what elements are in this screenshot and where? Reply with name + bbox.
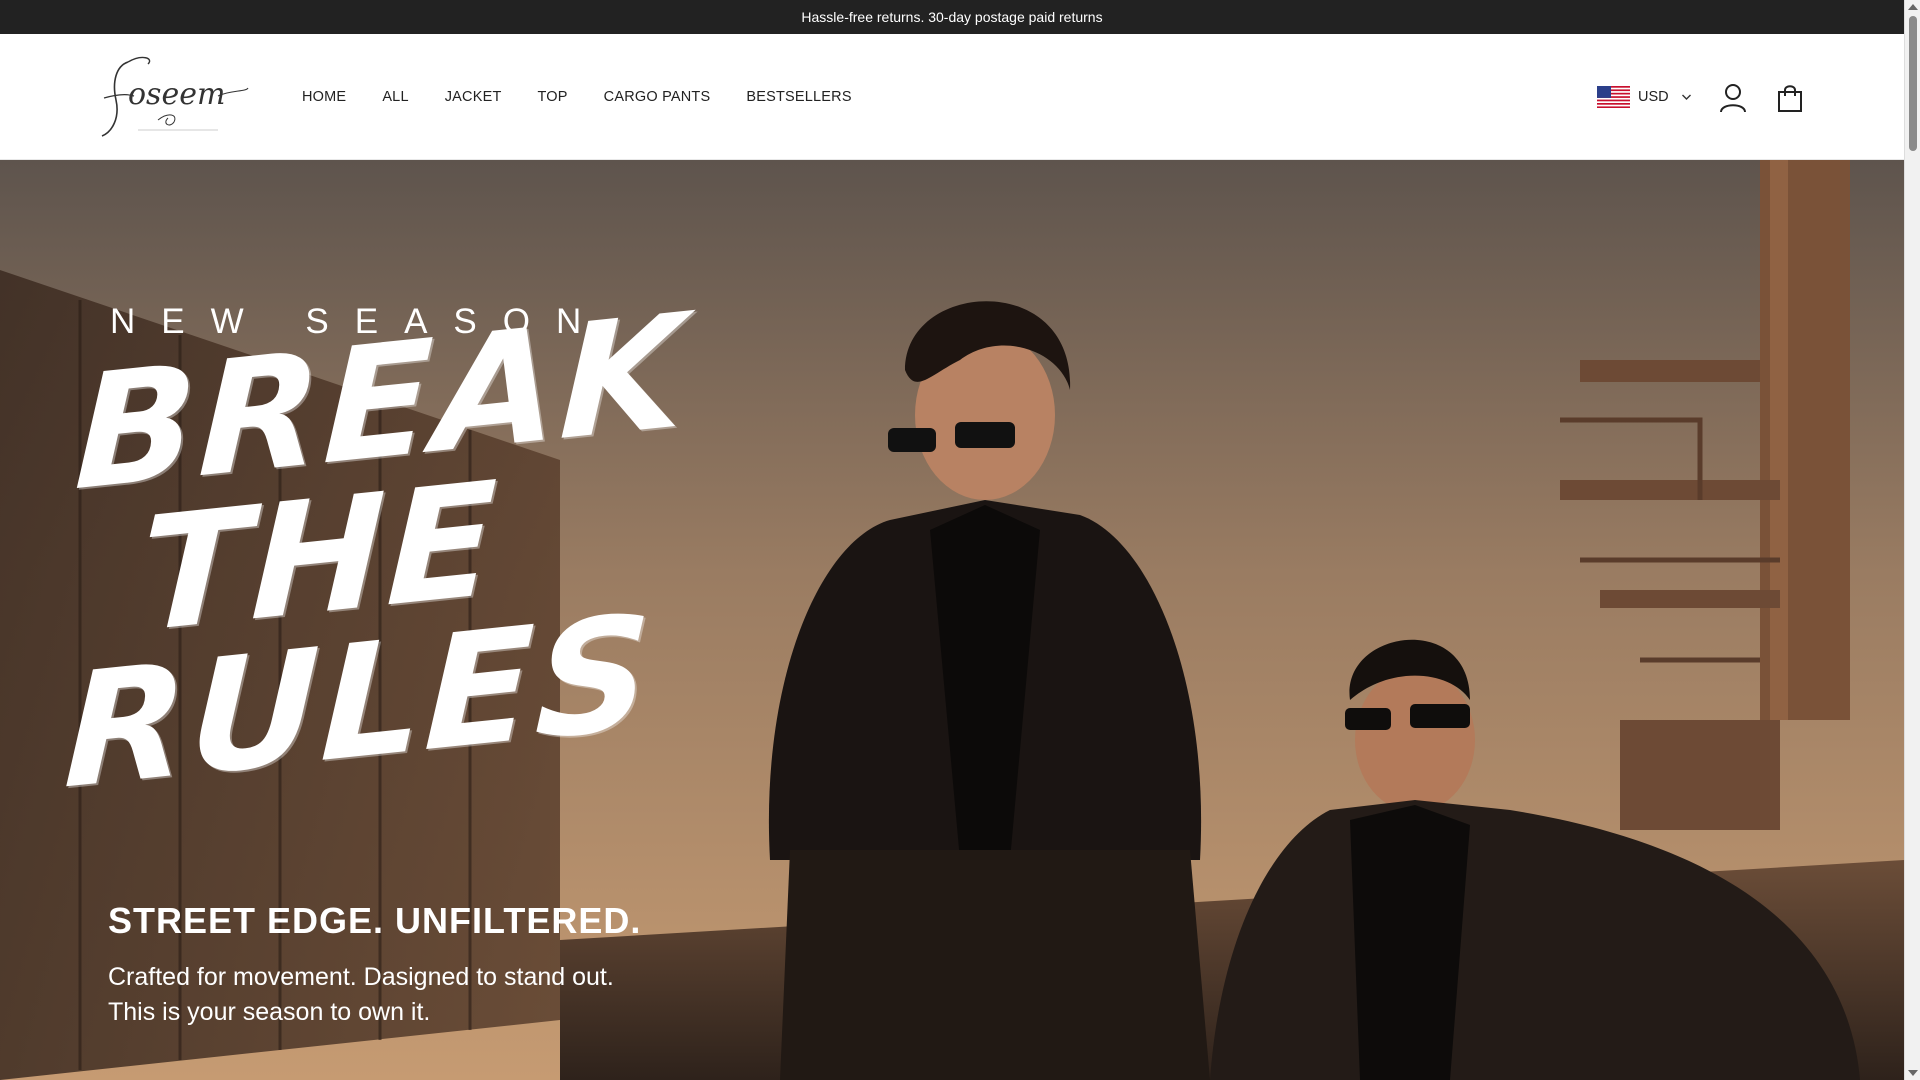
nav-all[interactable]: ALL [382, 89, 408, 105]
nav-home[interactable]: HOME [302, 89, 346, 105]
scroll-up-icon[interactable] [1908, 4, 1918, 10]
cart-button[interactable] [1774, 82, 1806, 114]
hero-subcopy-line-1: Crafted for movement. Dasigned to stand … [108, 963, 614, 991]
main-nav: HOME ALL JACKET TOP CARGO PANTS BESTSELL… [302, 34, 888, 160]
account-button[interactable] [1717, 82, 1749, 114]
logo-script-icon: oseem [101, 56, 249, 137]
nav-jacket[interactable]: JACKET [445, 89, 502, 105]
nav-cargo-pants[interactable]: CARGO PANTS [604, 89, 711, 105]
scroll-down-icon[interactable] [1908, 1070, 1918, 1076]
hero-headline: BREAK THE RULES [62, 280, 689, 825]
announcement-text: Hassle-free returns. 30-day postage paid… [801, 9, 1103, 25]
currency-selector[interactable]: USD [1597, 84, 1692, 110]
announcement-bar: Hassle-free returns. 30-day postage paid… [0, 0, 1904, 34]
us-flag-icon [1597, 86, 1630, 108]
brand-logo[interactable]: oseem [98, 52, 252, 142]
page-scrollbar[interactable] [1904, 0, 1920, 1080]
hero-tagline: STREET EDGE. UNFILTERED. [108, 900, 642, 941]
svg-text:oseem: oseem [128, 77, 225, 112]
nav-bestsellers[interactable]: BESTSELLERS [746, 89, 851, 105]
chevron-down-icon [1681, 94, 1691, 100]
page: Hassle-free returns. 30-day postage paid… [0, 0, 1920, 1080]
hero-subcopy-line-2: This is your season to own it. [108, 998, 431, 1026]
hero-banner[interactable]: NEW SEASON BREAK THE RULES STREET EDGE. … [0, 160, 1904, 1080]
shopping-bag-icon [1778, 85, 1802, 112]
hero-subcopy: Crafted for movement. Dasigned to stand … [108, 960, 728, 1030]
currency-label: USD [1638, 89, 1669, 105]
site-header: oseem HOME ALL JACKET TOP CARGO PANTS BE… [0, 34, 1904, 160]
user-icon [1720, 84, 1746, 113]
nav-top[interactable]: TOP [538, 89, 568, 105]
scroll-thumb[interactable] [1909, 16, 1917, 151]
